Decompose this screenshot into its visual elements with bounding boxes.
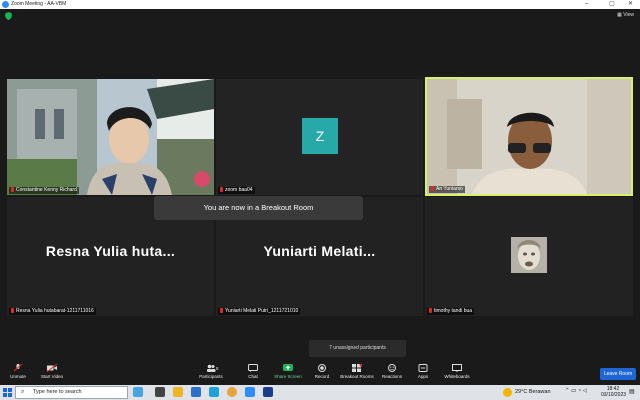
muted-mic-icon bbox=[13, 364, 23, 372]
breakout-rooms-button[interactable]: Breakout Rooms bbox=[337, 364, 377, 379]
window-titlebar: Zoom Meeting - AA-VBM – ▢ ✕ bbox=[0, 0, 640, 9]
word-icon[interactable] bbox=[263, 387, 273, 397]
muted-mic-icon bbox=[220, 308, 223, 313]
chat-button[interactable]: Chat bbox=[233, 364, 273, 379]
leave-room-button[interactable]: Leave Room bbox=[600, 368, 636, 380]
avatar: Z bbox=[302, 118, 338, 154]
share-screen-icon bbox=[283, 364, 293, 371]
weather-icon bbox=[503, 388, 512, 397]
maximize-button[interactable]: ▢ bbox=[609, 0, 615, 9]
chat-icon bbox=[248, 364, 258, 372]
edge-icon[interactable] bbox=[209, 387, 219, 397]
zoom-logo-icon bbox=[2, 1, 9, 8]
grid-icon: ▦ bbox=[617, 12, 622, 18]
security-shield-icon[interactable] bbox=[5, 12, 12, 20]
view-button[interactable]: ▦ View bbox=[617, 12, 634, 18]
participants-count: 8 bbox=[216, 366, 219, 371]
video-tile-zoom-baa04[interactable]: Z zoom baa04 bbox=[216, 79, 423, 195]
muted-mic-icon bbox=[11, 308, 14, 313]
notifications-icon[interactable]: ▤ bbox=[629, 388, 635, 395]
reactions-icon bbox=[388, 364, 396, 372]
participant-name: Constantine Kenny Richard bbox=[9, 187, 79, 194]
participant-name: Ari Yuniarso bbox=[429, 186, 465, 193]
participant-name: timothy tandi bua bbox=[427, 308, 475, 315]
system-tray-icons[interactable]: ⌃ ▭ ◔ ◁ bbox=[565, 388, 587, 394]
participant-display-name: Resna Yulia huta... bbox=[45, 243, 176, 259]
participant-video-ari bbox=[427, 79, 631, 194]
unassigned-participants-notice: 7 unassigned participants bbox=[309, 340, 406, 357]
record-button[interactable]: Record bbox=[302, 364, 342, 379]
whiteboard-icon bbox=[452, 364, 462, 372]
video-tile-ari-yuniarso[interactable]: Ari Yuniarso bbox=[425, 77, 633, 196]
app-icon-1[interactable] bbox=[155, 387, 165, 397]
windows-start-icon[interactable] bbox=[3, 388, 12, 397]
start-video-button[interactable]: Start Video bbox=[32, 364, 72, 379]
participant-display-name: Yuniarti Melati... bbox=[263, 243, 376, 259]
search-icon: ⌕ bbox=[21, 389, 25, 395]
muted-mic-icon bbox=[429, 308, 432, 313]
apps-icon bbox=[418, 364, 428, 372]
whiteboards-button[interactable]: Whiteboards bbox=[437, 364, 477, 379]
meeting-topbar bbox=[0, 9, 640, 23]
muted-mic-icon bbox=[431, 186, 434, 191]
video-tile-constantine[interactable]: Constantine Kenny Richard bbox=[7, 79, 214, 195]
chrome-icon[interactable] bbox=[227, 387, 237, 397]
video-off-icon bbox=[47, 364, 57, 372]
mail-icon[interactable] bbox=[191, 387, 201, 397]
weather-text[interactable]: 29°C Berawan bbox=[515, 389, 551, 395]
clock[interactable]: 18:42 03/10/2023 bbox=[601, 386, 626, 398]
participants-icon bbox=[207, 364, 216, 372]
breakout-room-notice: You are now in a Breakout Room bbox=[154, 196, 363, 220]
participants-button[interactable]: Participants bbox=[191, 364, 231, 379]
meeting-toolbar: Unmute Start Video Participants 8 Chat S… bbox=[0, 361, 640, 385]
record-icon bbox=[318, 364, 326, 372]
participant-video-constantine bbox=[7, 79, 214, 195]
taskbar-search-box[interactable]: ⌕ Type here to search bbox=[15, 386, 128, 399]
task-view-icon[interactable] bbox=[133, 387, 143, 397]
minimize-button[interactable]: – bbox=[585, 0, 588, 9]
close-button[interactable]: ✕ bbox=[628, 0, 633, 9]
muted-mic-icon bbox=[11, 187, 14, 192]
windows-taskbar: ⌕ Type here to search 29°C Berawan ⌃ ▭ ◔… bbox=[0, 385, 640, 400]
participant-name: Yuniarti Melati Putri_1211721010 bbox=[218, 308, 301, 315]
file-explorer-icon[interactable] bbox=[173, 387, 183, 397]
breakout-rooms-icon bbox=[352, 364, 362, 372]
window-title: Zoom Meeting - AA-VBM bbox=[11, 1, 67, 7]
zoom-taskbar-icon[interactable] bbox=[245, 387, 255, 397]
avatar bbox=[511, 237, 547, 273]
participant-name: Resna Yulia hutabarat-1211711016 bbox=[9, 308, 96, 315]
video-tile-timothy[interactable]: timothy tandi bua bbox=[425, 197, 633, 316]
participant-name: zoom baa04 bbox=[218, 187, 255, 194]
muted-mic-icon bbox=[220, 187, 223, 192]
